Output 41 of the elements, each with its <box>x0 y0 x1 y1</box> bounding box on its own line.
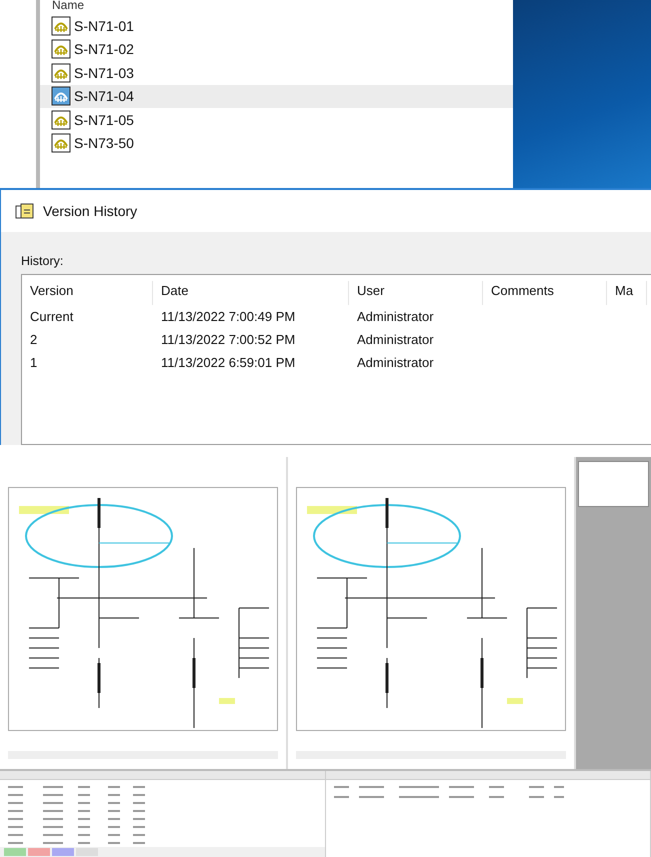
table-cell-text: Current <box>29 308 74 326</box>
column-header[interactable]: Date <box>153 281 349 305</box>
table-cell-text: 11/13/2022 7:00:52 PM <box>160 331 296 349</box>
history-icon <box>15 202 35 220</box>
column-header[interactable]: Comments <box>483 281 607 305</box>
file-row[interactable]: S-N71-04 <box>40 84 513 108</box>
file-name: S-N71-01 <box>74 18 134 34</box>
table-cell-text: 11/13/2022 6:59:01 PM <box>160 354 296 372</box>
legend-swatch <box>4 848 26 856</box>
file-name: S-N71-03 <box>74 64 134 81</box>
table-cell-text: Administrator <box>356 308 435 326</box>
properties-table <box>578 461 649 507</box>
drawing-file-icon <box>50 85 72 108</box>
file-row[interactable]: S-N71-02 <box>40 38 513 61</box>
drawing-file-icon <box>50 132 72 154</box>
drawing-file-icon <box>50 14 72 37</box>
column-header[interactable]: User <box>349 281 483 305</box>
history-label: History: <box>21 254 64 268</box>
file-name: S-N71-05 <box>74 112 134 128</box>
window-title: Version History <box>43 203 138 219</box>
drawing-file-icon <box>50 38 72 60</box>
drawing-file-icon <box>50 62 72 84</box>
column-header[interactable]: Version <box>22 281 153 305</box>
file-row[interactable]: S-N71-01 <box>40 14 513 38</box>
legend-swatch <box>28 848 50 856</box>
table-cell-text: Administrator <box>356 354 435 372</box>
file-row[interactable]: S-N71-05 <box>40 108 513 132</box>
drawing-file-icon <box>50 108 72 131</box>
legend-swatch <box>52 848 74 856</box>
file-name: S-N71-04 <box>74 88 134 104</box>
table-cell-text: Administrator <box>356 331 435 349</box>
table-cell-text: 2 <box>29 331 38 349</box>
file-name: S-N73-50 <box>74 135 134 152</box>
legend-swatch <box>76 848 98 856</box>
file-name: S-N71-02 <box>74 41 134 58</box>
table-cell-text: 11/13/2022 7:00:49 PM <box>160 308 296 326</box>
column-header[interactable]: Ma <box>607 281 647 305</box>
file-row[interactable]: S-N71-03 <box>40 61 513 84</box>
column-header[interactable]: Name <box>40 0 513 14</box>
file-row[interactable]: S-N73-50 <box>40 132 513 155</box>
table-cell-text: 1 <box>29 354 38 372</box>
